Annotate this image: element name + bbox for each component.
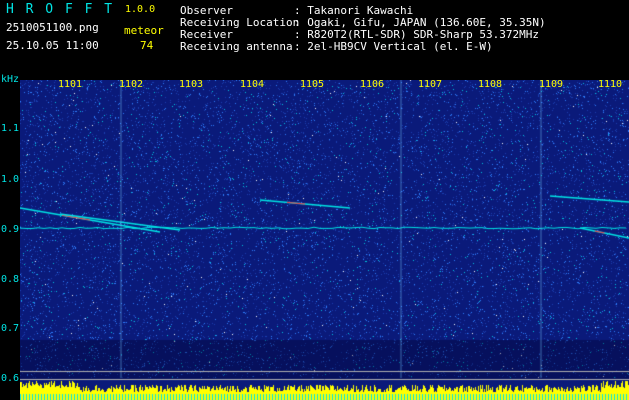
x-tick-label: 1108	[478, 79, 503, 90]
info-value-location: : Ogaki, Gifu, JAPAN (136.60E, 35.35N)	[294, 16, 546, 29]
info-label-location: Receiving Location	[180, 16, 300, 29]
app-title: H R O F F T	[6, 2, 115, 17]
x-tick-label: 1110	[598, 79, 623, 90]
x-tick-label: 1106	[360, 79, 385, 90]
y-tick-label: 0.7	[1, 323, 20, 334]
y-tick-label: 0.9	[1, 224, 20, 235]
datetime-label: 25.10.05 11:00	[6, 39, 99, 52]
info-value-receiver: : R820T2(RTL-SDR) SDR-Sharp 53.372MHz	[294, 28, 540, 41]
info-value-observer: : Takanori Kawachi	[294, 4, 414, 17]
x-tick-label: 1107	[418, 79, 443, 90]
info-label-receiver: Receiver	[180, 28, 233, 41]
hrofft-screen: H R O F F T 1.0.0 2510051100.png meteor …	[0, 0, 629, 400]
info-value-antenna: : 2el-HB9CV Vertical (el. E-W)	[294, 40, 493, 53]
y-tick-label: 0.6	[1, 373, 20, 384]
info-label-observer: Observer	[180, 4, 233, 17]
x-tick-label: 1102	[119, 79, 144, 90]
meteor-label: meteor	[124, 24, 164, 37]
x-tick-label: 1103	[179, 79, 204, 90]
y-tick-label: 1.1	[1, 123, 20, 134]
x-tick-label: 1105	[300, 79, 325, 90]
x-tick-label: 1109	[539, 79, 564, 90]
x-tick-label: 1101	[58, 79, 83, 90]
meteor-count: 74	[140, 39, 154, 52]
info-label-antenna: Receiving antenna	[180, 40, 293, 53]
x-tick-label: 1104	[240, 79, 265, 90]
y-axis-unit: kHz	[1, 74, 20, 85]
filename-label: 2510051100.png	[6, 21, 99, 34]
y-tick-label: 0.8	[1, 274, 20, 285]
spectrogram-plot	[20, 80, 629, 400]
y-tick-label: 1.0	[1, 174, 20, 185]
version-label: 1.0.0	[125, 4, 156, 15]
